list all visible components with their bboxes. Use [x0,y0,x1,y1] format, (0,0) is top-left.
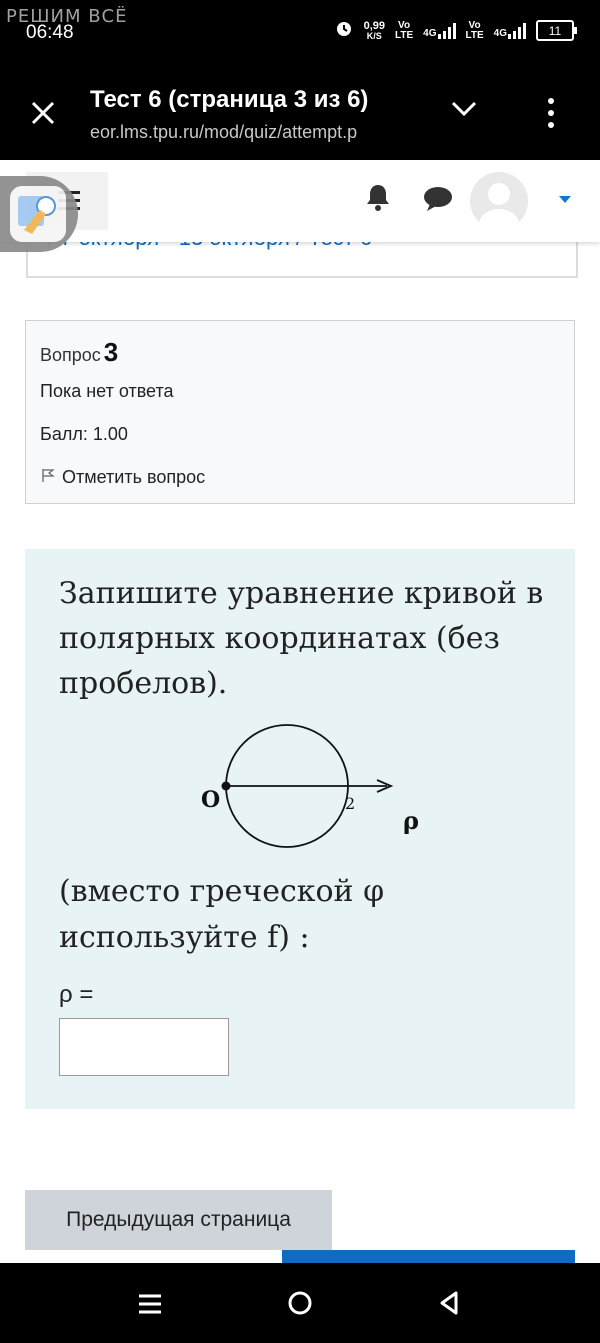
page-title: Тест 6 (страница 3 из 6) [90,86,369,113]
assistant-icon [10,186,66,242]
message-icon[interactable] [422,186,454,217]
recent-apps-icon[interactable] [138,1293,162,1320]
question-info: Вопрос 3 Пока нет ответа Балл: 1.00 Отмет… [25,320,575,504]
previous-page-button[interactable]: Предыдущая страница [25,1190,332,1250]
flag-icon [40,467,56,488]
status-icons: 0,99 K/S Vo LTE 4G Vo LTE 4G 11 [334,18,577,43]
system-navigation-bar [0,1263,600,1343]
answer-label: ρ = [59,981,94,1008]
more-options-icon[interactable] [548,98,554,128]
site-header [0,160,600,242]
sim1-signal-icon: 4G [423,22,456,39]
next-page-button[interactable] [282,1250,575,1264]
network-speed: 0,99 K/S [363,19,385,41]
page-url: eor.lms.tpu.ru/mod/quiz/attempt.p [90,122,358,142]
close-icon[interactable] [30,98,56,132]
user-menu-caret-icon[interactable] [559,196,571,203]
avatar[interactable] [470,172,528,230]
answer-input[interactable] [59,1018,229,1076]
sim1-volte: Vo LTE [395,19,414,41]
question-grade: Балл: 1.00 [40,424,128,444]
origin-label: O [201,787,220,813]
question-content: Запишите уравнение кривой в полярных коо… [25,549,575,1109]
question-hint: (вместо греческой φ используйте f) : [59,874,385,955]
floating-assistant-button[interactable] [0,176,78,252]
status-time: 06:48 [26,22,74,43]
battery-icon: 11 [536,20,577,41]
chevron-down-icon[interactable] [450,100,478,123]
battery-level: 11 [548,23,562,38]
question-state: Пока нет ответа [40,381,174,401]
bell-icon[interactable] [364,182,392,217]
flag-question-button[interactable]: Отметить вопрос [40,467,205,488]
home-icon[interactable] [287,1290,313,1321]
sim2-volte: Vo LTE [465,19,484,41]
point-label: 2 [345,794,355,813]
back-icon[interactable] [438,1290,460,1321]
origin-point [221,781,231,791]
status-bar: РЕШИМ ВСЁ 06:48 0,99 K/S Vo LTE 4G Vo LT… [0,0,600,68]
alarm-icon [334,18,354,43]
flag-question-label: Отметить вопрос [62,467,206,487]
question-number: Вопрос 3 [40,337,119,367]
browser-app-bar: Тест 6 (страница 3 из 6) eor.lms.tpu.ru/… [0,68,600,160]
polar-curve-diagram: O 2 ρ [195,719,435,864]
question-prompt: Запишите уравнение кривой в полярных коо… [59,576,544,701]
axis-label: ρ [403,806,419,835]
sim2-signal-icon: 4G [494,22,526,39]
